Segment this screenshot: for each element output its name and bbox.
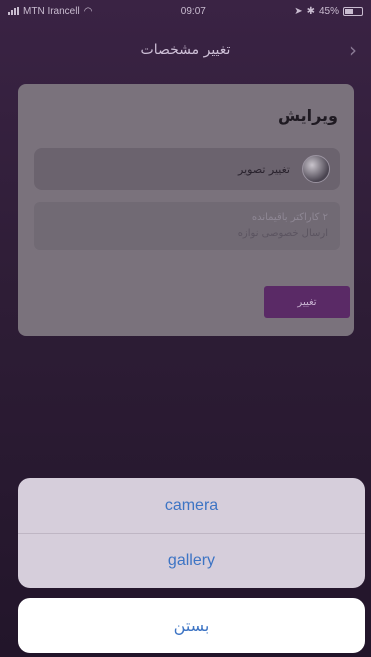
location-icon: ➤ [294, 5, 303, 17]
bio-field[interactable]: ۲ کاراکتر باقیمانده ارسال خصوصی نوازه [34, 202, 340, 250]
bio-placeholder: ارسال خصوصی نوازه [237, 228, 328, 239]
battery-label: 45% [318, 5, 339, 17]
card-title: ویرایش [277, 106, 338, 125]
change-photo-row[interactable]: تغییر تصویر [34, 148, 340, 190]
carrier-label: MTN Irancell [23, 5, 80, 17]
wifi-icon: ◠ [83, 5, 93, 17]
signal-icon [8, 7, 19, 15]
status-left: MTN Irancell ◠ [8, 6, 92, 17]
chevron-right-icon[interactable]: › [349, 38, 357, 62]
submit-button[interactable]: تغییر [264, 286, 350, 318]
battery-icon [343, 6, 363, 16]
change-photo-label: تغییر تصویر [238, 162, 290, 176]
char-counter: ۲ کاراکتر باقیمانده [251, 212, 328, 223]
edit-card: ویرایش تغییر تصویر ۲ کاراکتر باقیمانده ا… [18, 84, 354, 336]
status-right: ➤ ✱ 45% [294, 6, 363, 17]
avatar[interactable] [302, 155, 330, 183]
gallery-option[interactable]: gallery [18, 533, 365, 588]
page-title: تغییر مشخصات [140, 42, 231, 58]
bluetooth-icon: ✱ [306, 5, 315, 17]
status-bar: MTN Irancell ◠ 09:07 ➤ ✱ 45% [0, 0, 371, 22]
camera-option[interactable]: camera [18, 478, 365, 533]
action-sheet: camera gallery [18, 478, 365, 588]
nav-bar: تغییر مشخصات › [0, 22, 371, 78]
cancel-button[interactable]: بستن [18, 598, 365, 653]
status-time: 09:07 [180, 5, 206, 17]
